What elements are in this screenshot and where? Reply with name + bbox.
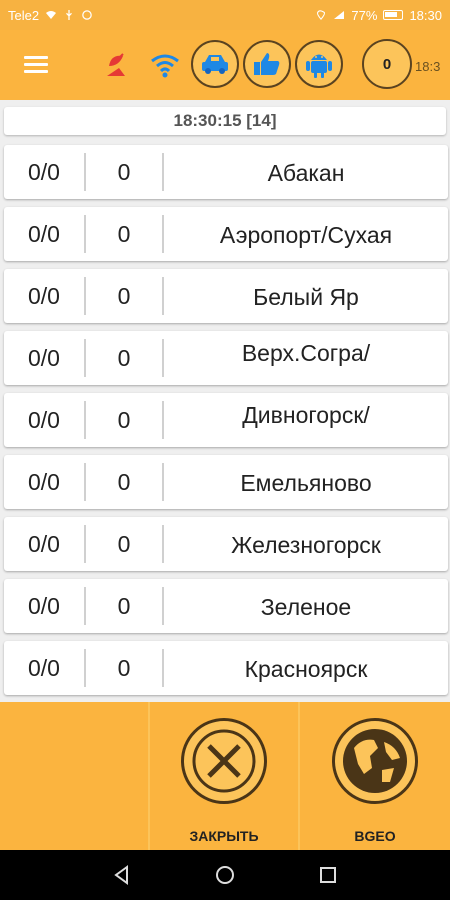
count-value: 0 bbox=[117, 530, 131, 557]
back-icon[interactable] bbox=[107, 860, 137, 890]
list-item[interactable]: 0/0 0 Железногорск bbox=[4, 517, 448, 571]
status-time: 18:30 bbox=[409, 7, 442, 23]
home-icon[interactable] bbox=[210, 860, 240, 890]
ratio-value: 0/0 bbox=[28, 344, 60, 371]
list-item[interactable]: 0/0 0 Белый Яр bbox=[4, 269, 448, 323]
satellite-dish-icon[interactable] bbox=[98, 47, 134, 83]
district-name: Емельяново bbox=[240, 470, 372, 496]
empty-action-slot bbox=[0, 702, 150, 850]
count-value: 0 bbox=[117, 592, 131, 619]
location-icon bbox=[317, 10, 326, 20]
count-value: 0 bbox=[117, 344, 131, 371]
count-value: 0 bbox=[117, 220, 131, 247]
ratio-value: 0/0 bbox=[28, 530, 60, 557]
battery-icon bbox=[383, 10, 404, 20]
district-name: Абакан bbox=[267, 160, 345, 186]
count-value: 0 bbox=[117, 654, 131, 681]
list-item[interactable]: 0/0 0 Красноярск bbox=[4, 641, 448, 695]
menu-icon[interactable] bbox=[24, 56, 48, 74]
list-item[interactable]: 0/0 0 Емельяново bbox=[4, 455, 448, 509]
android-button[interactable] bbox=[295, 40, 343, 88]
wifi-icon[interactable] bbox=[147, 47, 183, 83]
battery-percent: 77% bbox=[351, 7, 378, 23]
globe-icon bbox=[332, 718, 418, 804]
district-name: Аэропорт/Сухая bbox=[219, 222, 393, 248]
count-value: 0 bbox=[117, 282, 131, 309]
list-item[interactable]: 0/0 0 Аэропорт/Сухая bbox=[4, 207, 448, 261]
list-item[interactable]: 0/0 0 Зеленое bbox=[4, 579, 448, 633]
whatsapp-icon bbox=[82, 10, 92, 20]
district-name: Белый Яр bbox=[253, 284, 359, 310]
signal-icon bbox=[334, 11, 345, 19]
district-name: Зеленое bbox=[260, 594, 352, 620]
ratio-value: 0/0 bbox=[28, 282, 60, 309]
app-bar: 0 18:3 bbox=[0, 30, 450, 100]
action-bar: ЗАКРЫТЬ BGEO bbox=[0, 702, 450, 850]
carrier-label: Tele2 bbox=[8, 7, 40, 23]
count-value: 0 bbox=[117, 468, 131, 495]
district-list: 0/0 0 Абакан 0/0 0 Аэропорт/Сухая 0/0 0 … bbox=[4, 145, 448, 703]
recents-icon[interactable] bbox=[313, 860, 343, 890]
screen: Tele2 77% 18:30 0 18:3 18:30:15 [14] 0/0… bbox=[0, 0, 450, 900]
wifi-status-icon bbox=[46, 11, 57, 19]
counter-badge[interactable]: 0 bbox=[362, 39, 412, 89]
ratio-value: 0/0 bbox=[28, 468, 60, 495]
count-value: 0 bbox=[117, 158, 131, 185]
district-name: Красноярск bbox=[244, 656, 368, 682]
list-item[interactable]: 0/0 0 Верх.Согра/ bbox=[4, 331, 448, 385]
usb-icon bbox=[66, 10, 73, 20]
close-icon bbox=[181, 718, 267, 804]
district-name: Железногорск bbox=[231, 532, 381, 558]
status-bar: Tele2 77% 18:30 bbox=[0, 0, 450, 30]
taxi-button[interactable] bbox=[191, 40, 239, 88]
count-value: 0 bbox=[117, 406, 131, 433]
ratio-value: 0/0 bbox=[28, 654, 60, 681]
android-icon bbox=[306, 54, 332, 78]
navigation-bar bbox=[0, 850, 450, 900]
district-name: Дивногорск/ bbox=[242, 402, 370, 428]
taxi-icon bbox=[202, 55, 228, 74]
district-name: Верх.Согра/ bbox=[241, 340, 371, 366]
ratio-value: 0/0 bbox=[28, 220, 60, 247]
thumbs-up-icon bbox=[254, 53, 280, 75]
timer-label: 18:30:15 [14] bbox=[4, 107, 446, 135]
close-label: ЗАКРЫТЬ bbox=[189, 828, 259, 844]
ratio-value: 0/0 bbox=[28, 158, 60, 185]
appbar-time: 18:3 bbox=[415, 59, 441, 74]
bgeo-button[interactable]: BGEO bbox=[300, 702, 450, 850]
close-button[interactable]: ЗАКРЫТЬ bbox=[150, 702, 300, 850]
ratio-value: 0/0 bbox=[28, 592, 60, 619]
like-button[interactable] bbox=[243, 40, 291, 88]
list-item[interactable]: 0/0 0 Дивногорск/ bbox=[4, 393, 448, 447]
bgeo-label: BGEO bbox=[354, 828, 396, 844]
ratio-value: 0/0 bbox=[28, 406, 60, 433]
list-item[interactable]: 0/0 0 Абакан bbox=[4, 145, 448, 199]
